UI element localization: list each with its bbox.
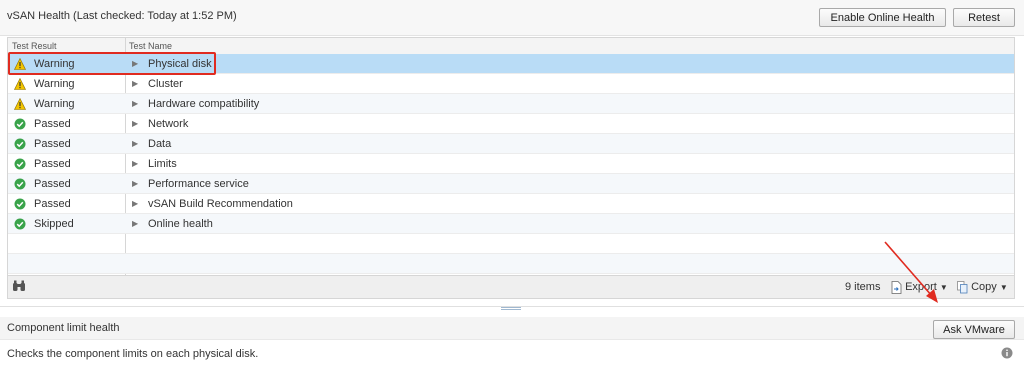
test-name-text: Hardware compatibility [148, 98, 260, 110]
check-circle-icon [14, 138, 26, 150]
expand-arrow-icon[interactable]: ▶ [132, 94, 138, 114]
table-row[interactable]: Skipped ▶ Online health [8, 214, 1014, 234]
test-name-text: Online health [148, 218, 213, 230]
items-count: 9 items [845, 281, 881, 293]
expand-arrow-icon[interactable]: ▶ [132, 174, 138, 194]
expand-arrow-icon[interactable]: ▶ [132, 74, 138, 94]
enable-online-health-button[interactable]: Enable Online Health [819, 8, 946, 27]
expand-arrow-icon[interactable]: ▶ [132, 114, 138, 134]
table-row[interactable]: Passed ▶ Limits [8, 154, 1014, 174]
info-icon[interactable] [1001, 347, 1013, 359]
table-row[interactable]: Passed ▶ Data [8, 134, 1014, 154]
warning-icon [14, 78, 26, 90]
copy-label: Copy [971, 281, 997, 293]
check-circle-icon [14, 118, 26, 130]
expand-arrow-icon[interactable]: ▶ [132, 194, 138, 214]
check-circle-icon [14, 218, 26, 230]
annotation-arrow-icon [884, 241, 938, 303]
binoculars-icon[interactable] [12, 280, 26, 292]
test-name-text: Performance service [148, 178, 249, 190]
copy-icon [957, 280, 968, 293]
annotation-highlight-box [8, 52, 216, 75]
test-result-text: Warning [34, 78, 75, 90]
expand-arrow-icon[interactable]: ▶ [132, 154, 138, 174]
copy-menu-button[interactable]: Copy ▼ [957, 279, 1008, 295]
chevron-down-icon: ▼ [999, 283, 1008, 292]
test-name-text: vSAN Build Recommendation [148, 198, 293, 210]
test-result-text: Passed [34, 158, 71, 170]
test-name-text: Data [148, 138, 172, 150]
check-circle-icon [14, 158, 26, 170]
check-circle-icon [14, 198, 26, 210]
test-result-text: Passed [34, 178, 71, 190]
empty-row [8, 234, 1014, 254]
test-result-text: Skipped [34, 218, 74, 230]
test-name-text: Network [148, 118, 189, 130]
table-row[interactable]: Passed ▶ Performance service [8, 174, 1014, 194]
ask-vmware-button[interactable]: Ask VMware [933, 320, 1015, 339]
test-result-text: Passed [34, 138, 71, 150]
empty-row [8, 254, 1014, 274]
table-row[interactable]: Warning ▶ Cluster [8, 74, 1014, 94]
table-row[interactable]: Warning ▶ Hardware compatibility [8, 94, 1014, 114]
detail-description: Checks the component limits on each phys… [7, 348, 259, 360]
table-row[interactable]: Passed ▶ Network [8, 114, 1014, 134]
column-header-test-name[interactable]: Test Name [129, 41, 172, 51]
test-result-text: Passed [34, 118, 71, 130]
check-circle-icon [14, 178, 26, 190]
retest-button[interactable]: Retest [953, 8, 1015, 27]
splitter-grip[interactable] [501, 307, 521, 310]
warning-icon [14, 98, 26, 110]
test-name-text: Limits [148, 158, 177, 170]
detail-title: Component limit health [7, 322, 120, 334]
test-result-text: Warning [34, 98, 75, 110]
health-header-bar: vSAN Health (Last checked: Today at 1:52… [0, 0, 1024, 36]
test-result-text: Passed [34, 198, 71, 210]
expand-arrow-icon[interactable]: ▶ [132, 214, 138, 234]
column-header-test-result[interactable]: Test Result [12, 41, 57, 51]
grid-rows: Warning ▶ Physical disk Warning ▶ Cluste… [8, 54, 1014, 274]
test-name-text: Cluster [148, 78, 183, 90]
panel-title: vSAN Health (Last checked: Today at 1:52… [7, 10, 237, 22]
detail-title-bar: Component limit health [0, 317, 1024, 340]
expand-arrow-icon[interactable]: ▶ [132, 134, 138, 154]
grid-footer: 9 items Export ▼ Copy ▼ [8, 275, 1014, 298]
panel-splitter[interactable] [0, 306, 1024, 310]
health-test-grid: Test Result Test Name Warning ▶ Physical… [7, 37, 1015, 299]
table-row[interactable]: Passed ▶ vSAN Build Recommendation [8, 194, 1014, 214]
